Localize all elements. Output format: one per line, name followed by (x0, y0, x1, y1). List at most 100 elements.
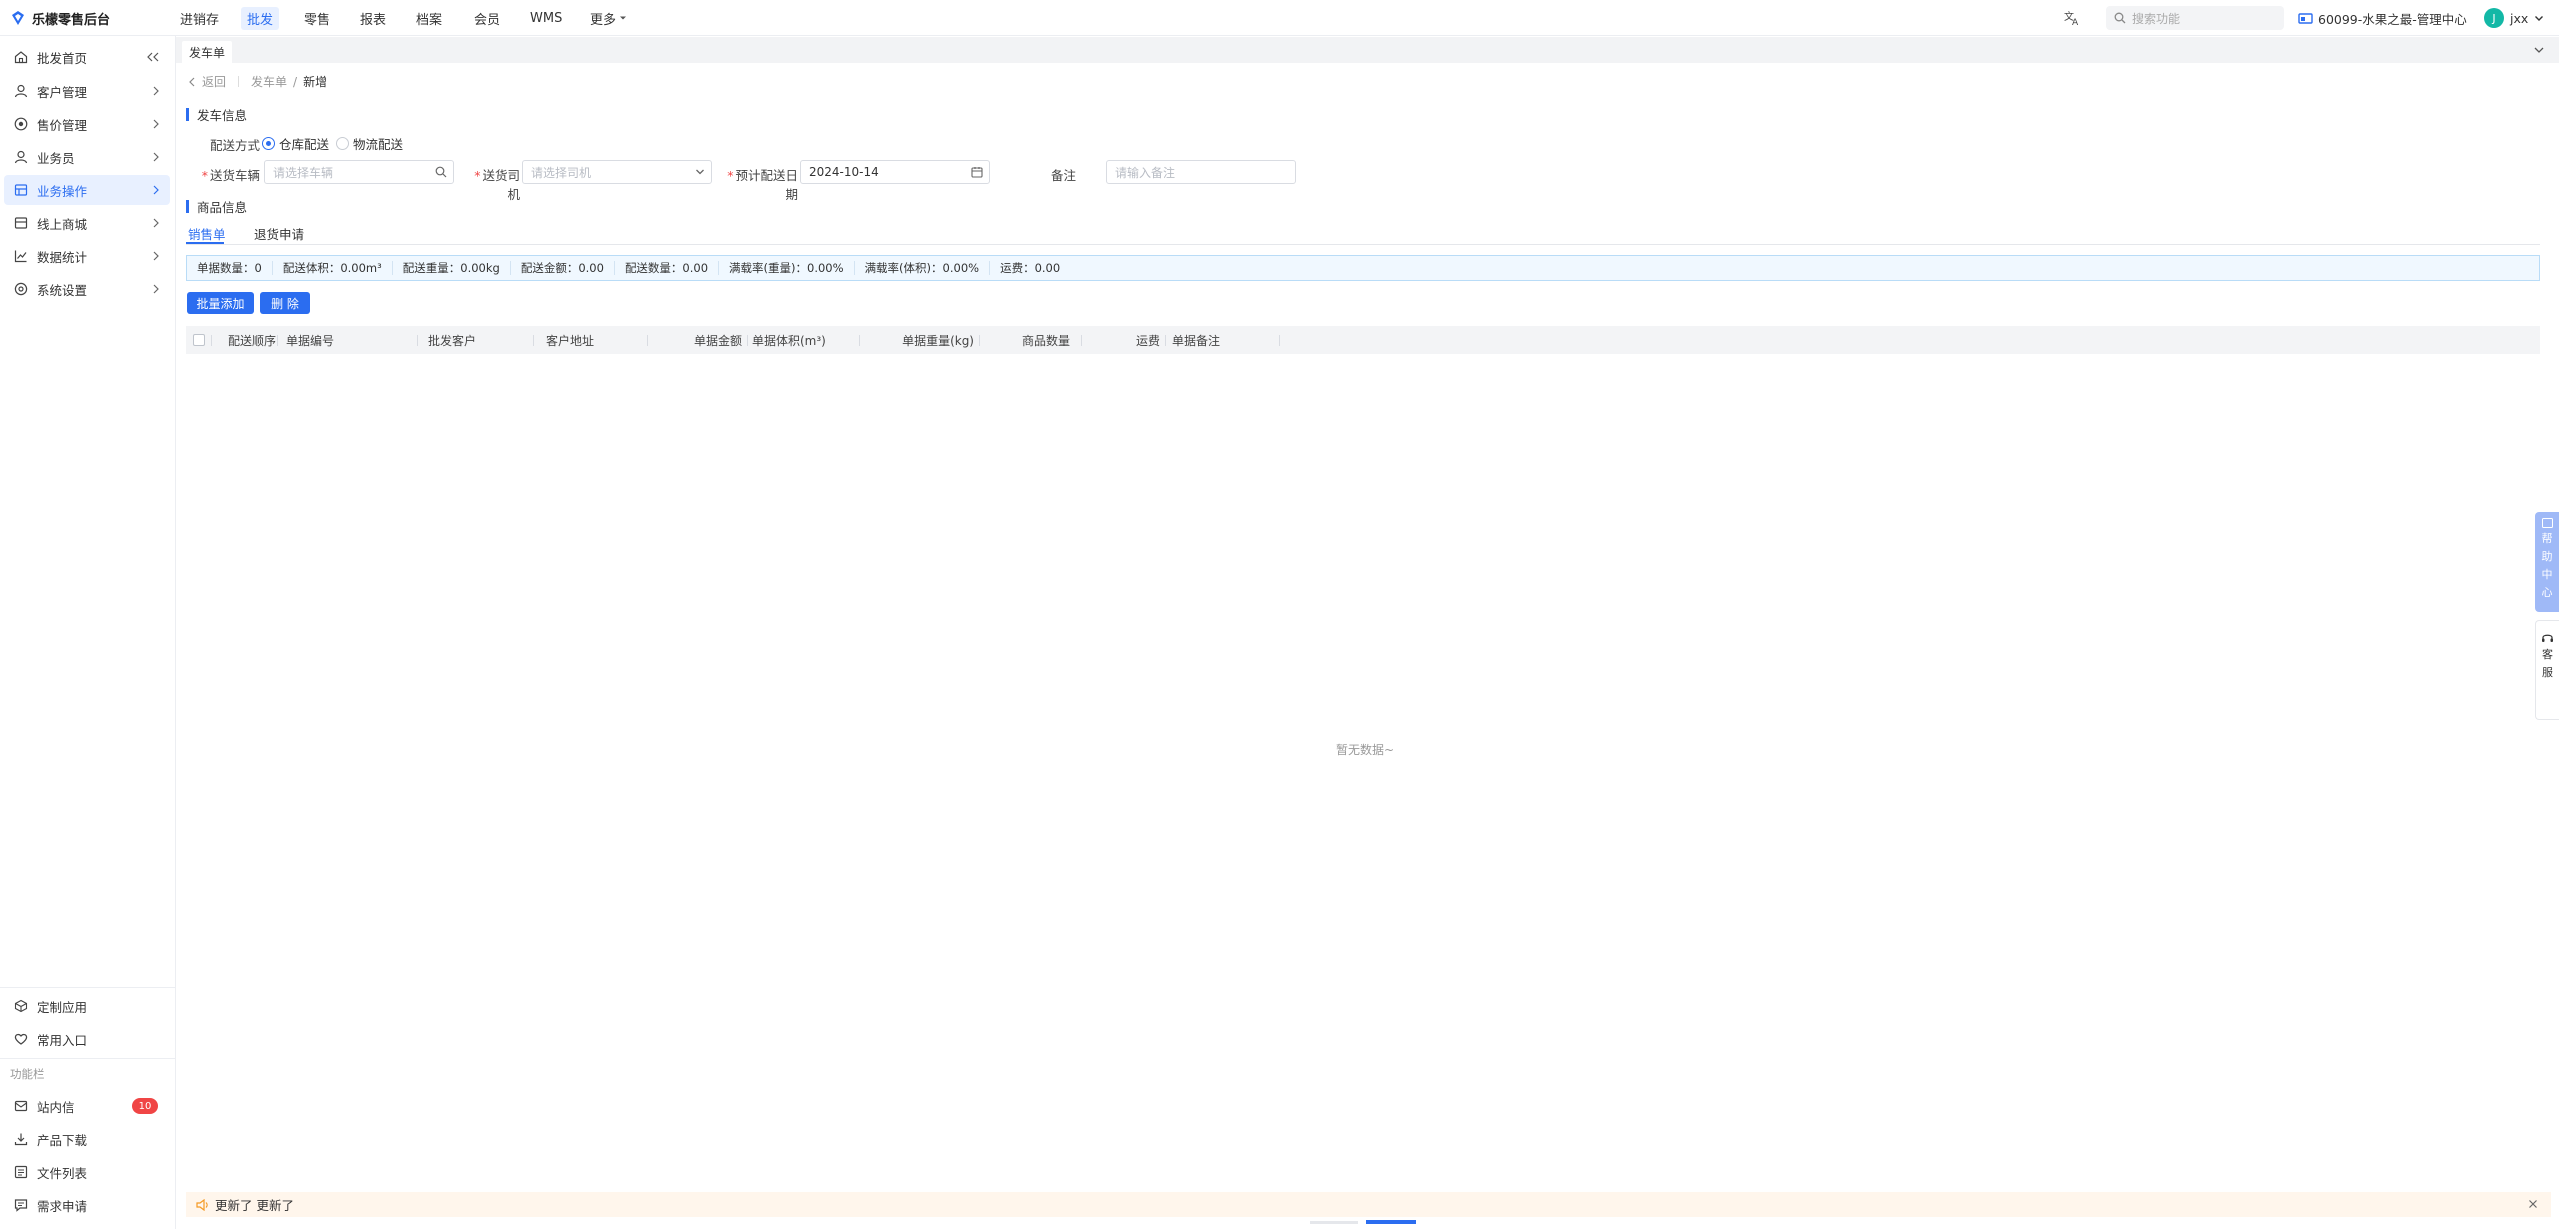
sidebar-item-label: 产品下载 (37, 1132, 88, 1148)
topnav-retail[interactable]: 零售 (304, 0, 330, 36)
radio-label: 物流配送 (353, 137, 404, 152)
search-icon (435, 166, 447, 178)
top-bar: 乐檬零售后台 进销存 批发 零售 报表 档案 会员 WMS 更多 文A 搜索功能… (0, 0, 2559, 36)
topnav-label: 进销存 (180, 12, 220, 28)
col-address: 客户地址 (534, 326, 648, 354)
customer-service-button[interactable]: 客 服 (2535, 620, 2559, 720)
sidebar-item-pricing[interactable]: 售价管理 (4, 109, 170, 139)
sidebar-item-operations[interactable]: 业务操作 (4, 175, 170, 205)
download-icon (14, 1133, 28, 1146)
select-all-checkbox[interactable] (193, 334, 205, 346)
feature-search[interactable]: 搜索功能 (2106, 6, 2284, 30)
caret-down-icon (620, 16, 627, 20)
home-icon (14, 51, 28, 64)
breadcrumb: 返回 发车单 / 新增 (188, 73, 327, 90)
back-link[interactable]: 返回 (202, 73, 226, 90)
delete-button[interactable]: 删 除 (260, 292, 310, 314)
sidebar-item-label: 定制应用 (37, 999, 88, 1015)
chevron-left-icon[interactable] (188, 77, 196, 87)
user-menu[interactable]: J jxx (2484, 0, 2544, 36)
note-input[interactable]: 请输入备注 (1106, 160, 1296, 184)
help-char: 帮 (2541, 532, 2553, 545)
topnav-more[interactable]: 更多 (590, 0, 627, 36)
col-label: 单据重量(kg) (902, 333, 974, 348)
topnav-wms[interactable]: WMS (530, 0, 562, 36)
radio-label: 仓库配送 (279, 137, 330, 152)
note-placeholder: 请输入备注 (1115, 165, 1176, 180)
chevron-down-icon[interactable] (2533, 45, 2545, 55)
col-weight: 单据重量(kg) (860, 326, 980, 354)
topnav-wholesale[interactable]: 批发 (241, 0, 280, 36)
col-label: 单据编号 (286, 333, 335, 348)
unread-badge: 10 (132, 1098, 158, 1114)
collapse-sidebar-icon[interactable] (146, 51, 160, 63)
breadcrumb-divider (238, 76, 240, 87)
chevron-right-icon (153, 185, 159, 195)
scroll-indicator-active[interactable] (1366, 1220, 1416, 1224)
topnav-label: 零售 (304, 12, 331, 28)
col-remark: 单据备注 (1166, 326, 1280, 354)
radio-dot (336, 137, 349, 150)
topnav-inventory[interactable]: 进销存 (180, 0, 219, 36)
sidebar-divider (0, 1058, 176, 1059)
sidebar-item-settings[interactable]: 系统设置 (4, 274, 170, 304)
subtab-sales-orders[interactable]: 销售单 (188, 224, 226, 243)
subtab-return-requests[interactable]: 退货申请 (254, 224, 304, 243)
summary-load-weight: 满载率(重量)：0.00% (719, 261, 855, 275)
vehicle-select[interactable]: 请选择车辆 (264, 160, 454, 184)
sidebar-item-favorites[interactable]: 常用入口 (4, 1024, 170, 1054)
method-label: 配送方式 (210, 138, 261, 153)
function-bar-title: 功能栏 (10, 1067, 45, 1081)
sidebar-item-files[interactable]: 文件列表 (4, 1157, 170, 1187)
gear-icon (14, 282, 28, 296)
mail-icon (14, 1100, 28, 1112)
notice-text: 更新了 更新了 (215, 1198, 294, 1213)
topnav-label: WMS (530, 10, 563, 26)
delivery-date-picker[interactable]: 2024-10-14 (800, 160, 990, 184)
col-label: 运费 (1135, 333, 1160, 348)
help-center-button[interactable]: 帮 助 中 心 (2535, 512, 2559, 612)
help-char: 中 (2541, 568, 2553, 581)
headset-icon (2542, 634, 2553, 642)
radio-warehouse[interactable]: 仓库配送 (262, 134, 329, 153)
sidebar-item-label: 业务操作 (37, 183, 88, 199)
chevron-right-icon (153, 218, 159, 228)
sidebar-item-requests[interactable]: 需求申请 (4, 1190, 170, 1220)
sidebar-item-downloads[interactable]: 产品下载 (4, 1124, 170, 1154)
cs-char: 客 (2542, 648, 2553, 661)
breadcrumb-parent[interactable]: 发车单 (251, 73, 287, 90)
topnav-archive[interactable]: 档案 (416, 0, 442, 36)
sidebar-item-label: 常用入口 (37, 1032, 88, 1048)
vehicle-label: * 送货车辆 (201, 168, 260, 183)
tab-dispatch-order[interactable]: 发车单 (182, 41, 233, 63)
sidebar-item-customers[interactable]: 客户管理 (4, 76, 170, 106)
sidebar-item-label: 文件列表 (37, 1165, 88, 1181)
sidebar-item-home[interactable]: 批发首页 (4, 42, 170, 72)
topnav-member[interactable]: 会员 (474, 0, 500, 36)
sidebar: 批发首页 客户管理 售价管理 业务员 业务操作 线上商城 数据统计 系统设置 定… (0, 36, 176, 1229)
topnav-label: 报表 (360, 12, 387, 28)
notice-bar: 更新了 更新了 (186, 1192, 2551, 1217)
scroll-indicator-inactive[interactable] (1310, 1221, 1358, 1224)
summary-load-volume: 满载率(体积)：0.00% (855, 261, 991, 275)
sidebar-item-messages[interactable]: 站内信 10 (4, 1091, 170, 1121)
app-logo[interactable]: 乐檬零售后台 (10, 0, 110, 36)
radio-logistics[interactable]: 物流配送 (336, 134, 403, 153)
empty-state: 暂无数据~ (1336, 743, 1395, 757)
sidebar-item-statistics[interactable]: 数据统计 (4, 241, 170, 271)
driver-select[interactable]: 请选择司机 (522, 160, 712, 184)
delivery-date-value: 2024-10-14 (809, 165, 879, 179)
store-switcher[interactable]: 60099-水果之最-管理中心 (2298, 0, 2467, 36)
date-label-text: 预计配送日期 (735, 168, 798, 202)
sidebar-item-salesperson[interactable]: 业务员 (4, 142, 170, 172)
sidebar-item-online-mall[interactable]: 线上商城 (4, 208, 170, 238)
subtab-active-indicator (186, 242, 224, 244)
summary-bar: 单据数量：0 配送体积：0.00m³ 配送重量：0.00kg 配送金额：0.00… (186, 255, 2540, 281)
sidebar-item-custom-apps[interactable]: 定制应用 (4, 991, 170, 1021)
translate-icon[interactable]: 文A (2064, 10, 2081, 26)
batch-add-button[interactable]: 批量添加 (187, 292, 254, 314)
col-amount: 单据金额 (648, 326, 748, 354)
close-icon[interactable] (2527, 1198, 2539, 1210)
topnav-reports[interactable]: 报表 (360, 0, 386, 36)
sidebar-item-label: 站内信 (37, 1099, 75, 1115)
